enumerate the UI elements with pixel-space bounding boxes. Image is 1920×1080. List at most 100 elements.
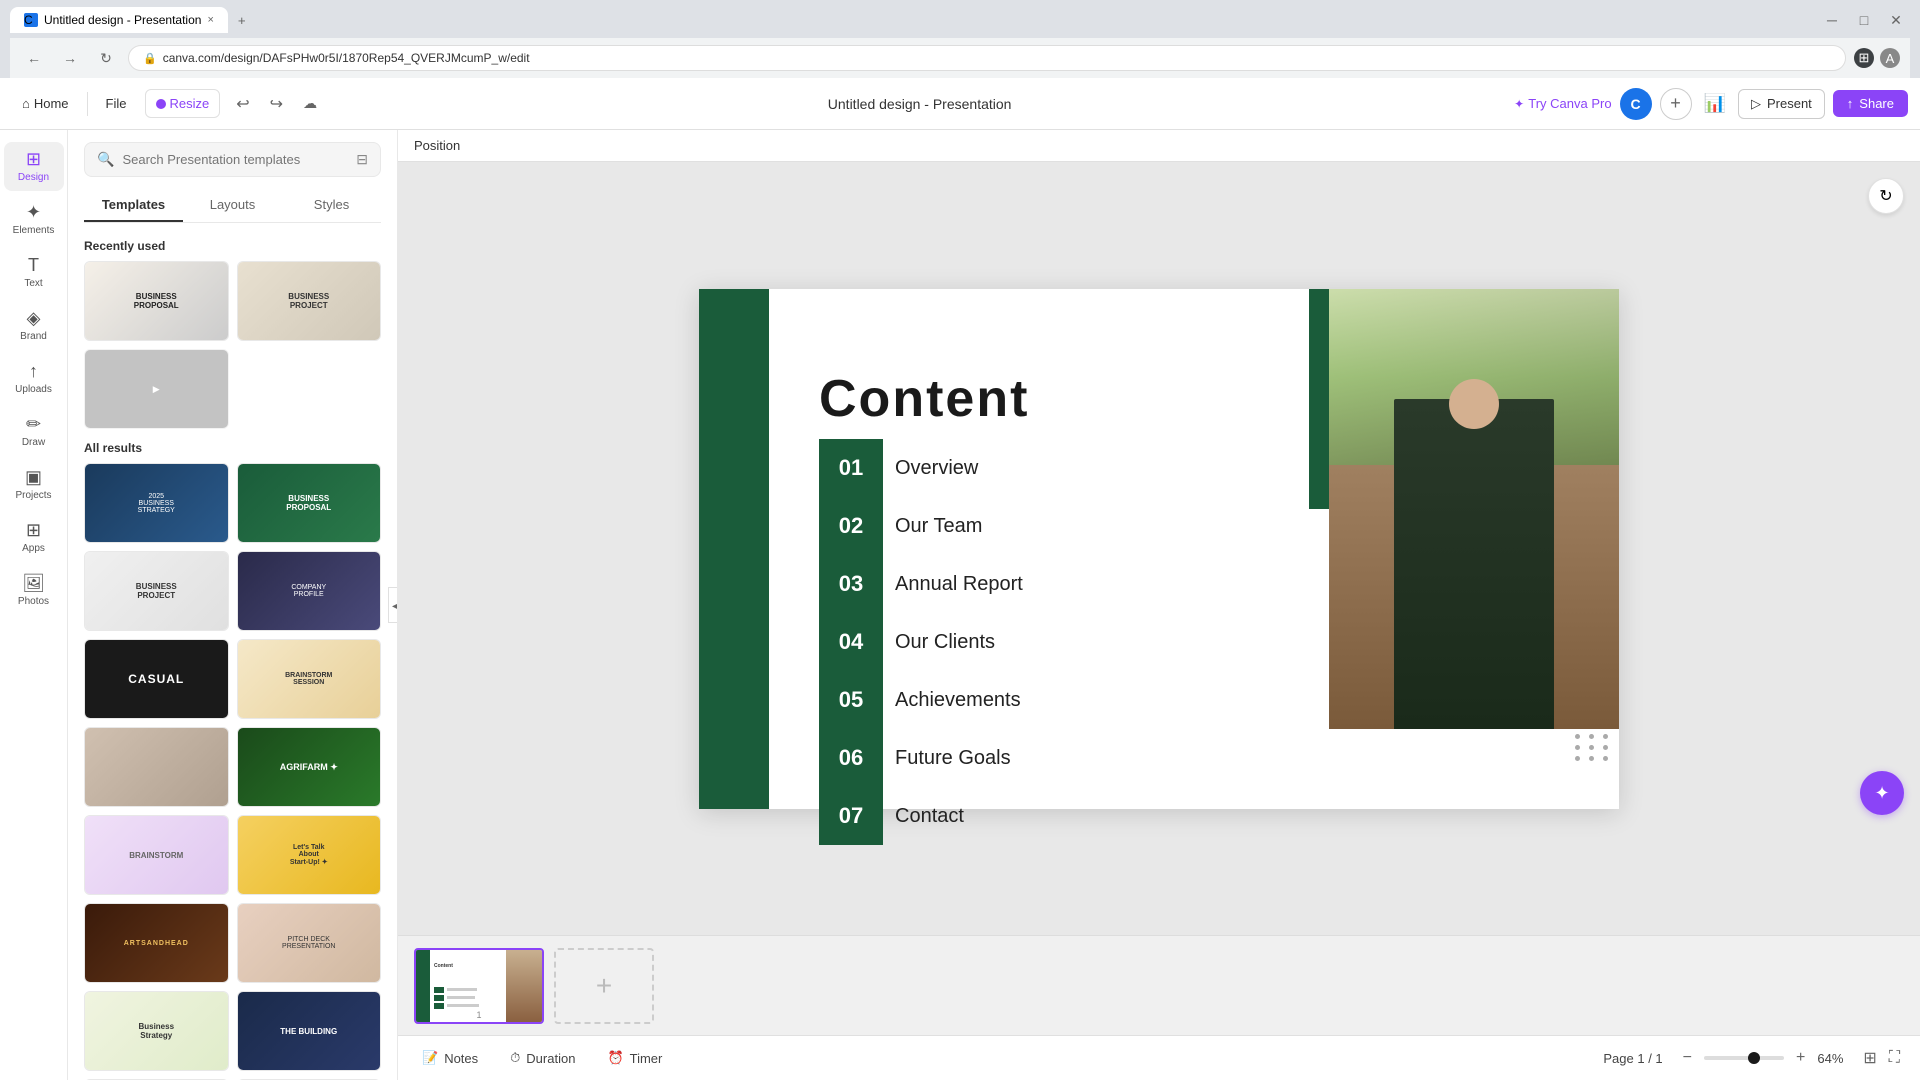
recent-template-business-proposal[interactable]: BUSINESSPROPOSAL — [84, 261, 229, 341]
template-brainstorm-session[interactable]: BRAINSTORMSESSION — [237, 639, 382, 719]
recent-template-3[interactable]: ▶ — [84, 349, 229, 429]
active-browser-tab[interactable]: C Untitled design - Presentation × — [10, 7, 228, 33]
sel-dot-1 — [1575, 734, 1580, 739]
slide-thumbnail-1[interactable]: Content 1 — [414, 948, 544, 1024]
add-slide-button[interactable]: + — [554, 948, 654, 1024]
home-button[interactable]: ⌂ Home — [12, 90, 79, 117]
notes-button[interactable]: 📝 Notes — [414, 1046, 486, 1070]
duration-button[interactable]: ⏱ Duration — [502, 1046, 583, 1070]
template-business-strategy-2025[interactable]: 2025BUSINESSSTRATEGY — [84, 463, 229, 543]
photos-icon: 🖼 — [22, 574, 45, 592]
address-bar[interactable]: 🔒 canva.com/design/DAFsPHw0r5I/1870Rep54… — [128, 45, 1846, 71]
try-canva-pro-button[interactable]: ✦ Try Canva Pro — [1514, 96, 1611, 111]
tab-close-btn[interactable]: × — [207, 14, 213, 26]
template-casual[interactable]: CASUAL — [84, 639, 229, 719]
zoom-out-button[interactable]: − — [1679, 1045, 1696, 1071]
page-indicator: Page 1 / 1 — [1603, 1051, 1662, 1066]
sidebar-item-draw[interactable]: ✏ Draw — [4, 407, 64, 456]
maximize-btn[interactable]: □ — [1850, 6, 1878, 34]
magic-button[interactable]: ✦ — [1860, 771, 1904, 815]
grid-view-button[interactable]: ⊞ — [1859, 1044, 1880, 1072]
brand-icon: ◈ — [27, 309, 41, 327]
cloud-save-button[interactable]: ☁ — [295, 90, 325, 118]
zoom-controls: − + 64% — [1679, 1045, 1844, 1071]
template-artsandhead[interactable]: ARTSANDHEAD — [84, 903, 229, 983]
fullscreen-button[interactable]: ⛶ — [1885, 1044, 1904, 1072]
tab-styles[interactable]: Styles — [282, 189, 381, 222]
pro-star-icon: ✦ — [1514, 97, 1524, 111]
slide-item-06[interactable]: 06 Future Goals — [819, 729, 1023, 787]
panel-collapse-handle[interactable]: ◀ — [388, 587, 398, 623]
slide-canvas[interactable]: Content 01 Overview 02 Our Team — [699, 289, 1619, 809]
timer-button[interactable]: ⏰ Timer — [599, 1046, 670, 1070]
template-photos-collage[interactable] — [84, 727, 229, 807]
refresh-button[interactable]: ↻ — [1868, 178, 1904, 214]
home-icon: ⌂ — [22, 96, 30, 111]
slide-title[interactable]: Content — [819, 369, 1299, 429]
sidebar-item-design[interactable]: ⊞ Design — [4, 142, 64, 191]
slide-item-02[interactable]: 02 Our Team — [819, 497, 1023, 555]
template-agrifarm[interactable]: AGRIFARM ✦ — [237, 727, 382, 807]
all-results-grid: 2025BUSINESSSTRATEGY BUSINESSPROPOSAL BU… — [84, 463, 381, 1080]
sidebar-item-brand[interactable]: ◈ Brand — [4, 301, 64, 350]
close-window-btn[interactable]: ✕ — [1882, 6, 1910, 34]
template-company-profile[interactable]: COMPANYPROFILE — [237, 551, 382, 631]
document-title[interactable]: Untitled design - Presentation — [828, 96, 1012, 112]
search-bar[interactable]: 🔍 ⊟ — [84, 142, 381, 177]
new-tab-btn[interactable]: + — [230, 9, 254, 32]
back-btn[interactable]: ← — [20, 44, 48, 72]
sidebar-projects-label: Projects — [15, 490, 51, 501]
minimize-btn[interactable]: ─ — [1818, 6, 1846, 34]
sidebar-item-elements[interactable]: ✦ Elements — [4, 195, 64, 244]
present-button[interactable]: ▷ Present — [1738, 89, 1825, 119]
search-input[interactable] — [122, 152, 348, 167]
sidebar-item-text[interactable]: T Text — [4, 248, 64, 297]
slide-item-07[interactable]: 07 Contact — [819, 787, 1023, 845]
slide-num-02: 02 — [819, 497, 883, 555]
filter-icon[interactable]: ⊟ — [356, 151, 368, 168]
slide-photo[interactable] — [1329, 289, 1619, 729]
sidebar-item-uploads[interactable]: ↑ Uploads — [4, 354, 64, 403]
slide-text-04: Our Clients — [895, 613, 995, 671]
resize-button[interactable]: Resize — [145, 89, 221, 118]
zoom-in-button[interactable]: + — [1792, 1045, 1809, 1071]
extensions-icon[interactable]: ⊞ — [1854, 48, 1874, 68]
forward-btn[interactable]: → — [56, 44, 84, 72]
template-business-project-2[interactable]: BUSINESSPROJECT — [84, 551, 229, 631]
profile-icon[interactable]: A — [1880, 48, 1900, 68]
slide-num-06: 06 — [819, 729, 883, 787]
template-startup[interactable]: Let's TalkAboutStart-Up! ✦ — [237, 815, 382, 895]
template-brainstorm-pink[interactable]: BRAINSTORM — [84, 815, 229, 895]
slide-item-05[interactable]: 05 Achievements — [819, 671, 1023, 729]
slide-item-04[interactable]: 04 Our Clients — [819, 613, 1023, 671]
slide-number-label: 1 — [476, 1010, 481, 1020]
sidebar-item-photos[interactable]: 🖼 Photos — [4, 566, 64, 615]
sidebar-item-projects[interactable]: ▣ Projects — [4, 460, 64, 509]
reload-btn[interactable]: ↻ — [92, 44, 120, 72]
file-button[interactable]: File — [96, 90, 137, 117]
redo-button[interactable]: ↪ — [262, 90, 291, 118]
analytics-button[interactable]: 📊 — [1700, 89, 1730, 118]
add-collaborator-button[interactable]: + — [1660, 88, 1692, 120]
slide-item-01[interactable]: 01 Overview — [819, 439, 1023, 497]
template-thumb-2: BUSINESSPROJECT — [238, 262, 381, 340]
sidebar-text-label: Text — [24, 278, 42, 289]
template-business-proposal-green[interactable]: BUSINESSPROPOSAL — [237, 463, 382, 543]
slide-item-03[interactable]: 03 Annual Report — [819, 555, 1023, 613]
zoom-slider[interactable] — [1704, 1056, 1784, 1060]
sel-dot-2 — [1589, 734, 1594, 739]
recent-template-business-project[interactable]: BUSINESSPROJECT — [237, 261, 382, 341]
browser-chrome: C Untitled design - Presentation × + ─ □… — [0, 0, 1920, 78]
template-the-building[interactable]: THE BUILDING — [237, 991, 382, 1071]
sidebar-item-apps[interactable]: ⊞ Apps — [4, 513, 64, 562]
undo-button[interactable]: ↩ — [228, 90, 257, 118]
canvas-wrapper[interactable]: Content 01 Overview 02 Our Team — [398, 162, 1920, 935]
user-avatar[interactable]: C — [1620, 88, 1652, 120]
share-button[interactable]: ↑ Share — [1833, 90, 1908, 117]
tab-layouts[interactable]: Layouts — [183, 189, 282, 222]
bottom-bar-left: 📝 Notes ⏱ Duration ⏰ Timer — [414, 1046, 670, 1070]
template-business-strategy-2[interactable]: BusinessStrategy — [84, 991, 229, 1071]
template-pitch-deck[interactable]: PITCH DECKPRESENTATION — [237, 903, 382, 983]
tab-templates[interactable]: Templates — [84, 189, 183, 222]
elements-icon: ✦ — [26, 203, 41, 221]
